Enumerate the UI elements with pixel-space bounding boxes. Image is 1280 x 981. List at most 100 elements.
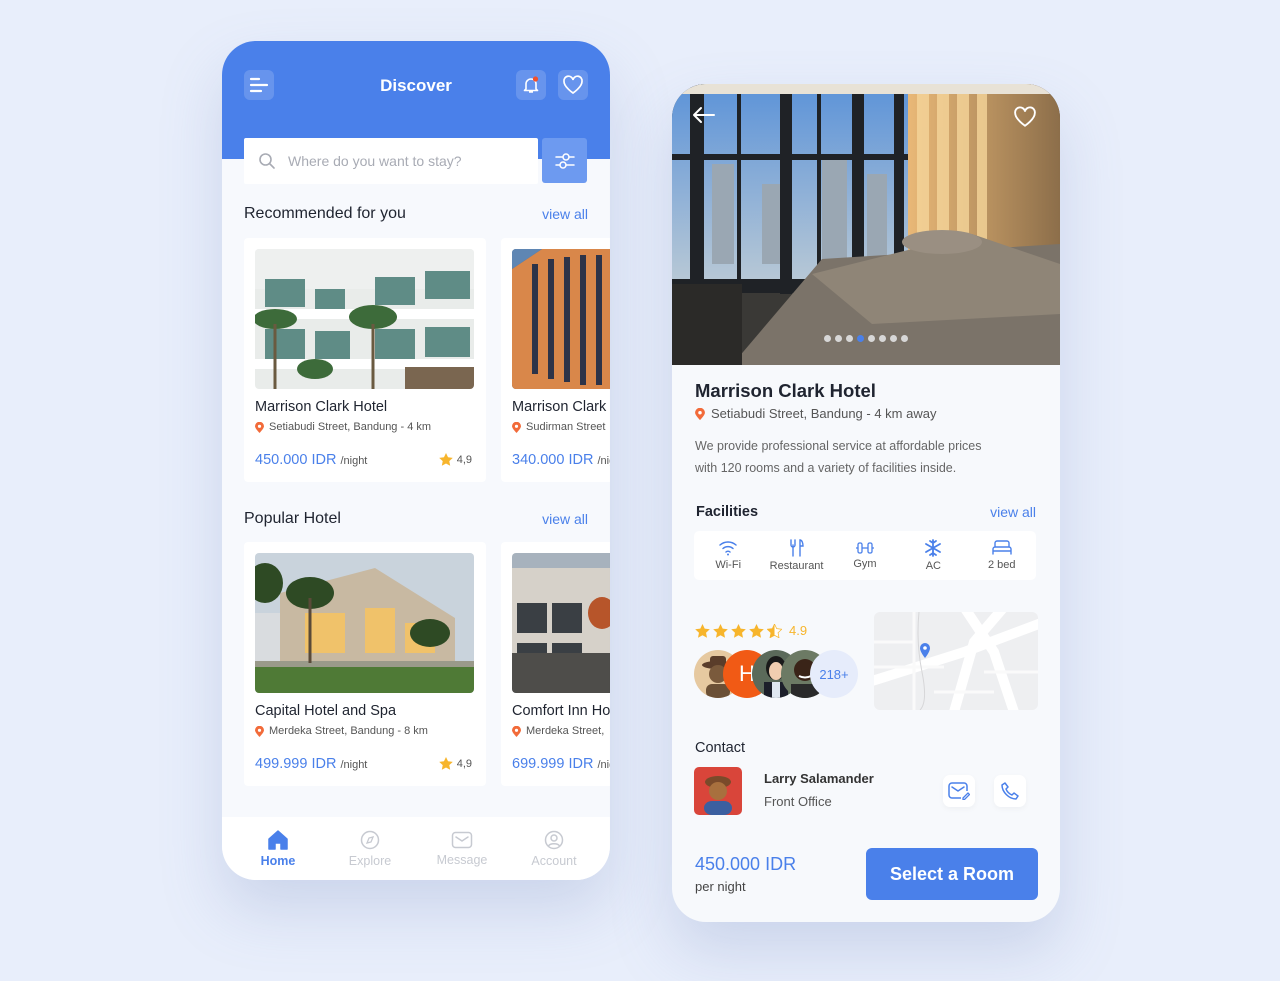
- call-contact-button[interactable]: [994, 775, 1026, 807]
- star-icon: [731, 623, 746, 638]
- facility-item[interactable]: Gym: [835, 541, 895, 570]
- hotel-name: Marrison Clark Hotel: [695, 380, 876, 401]
- page-title: Discover: [380, 76, 452, 95]
- carousel-indicator: [824, 335, 908, 342]
- footer-price-unit: per night: [695, 879, 746, 894]
- star-icon: [695, 623, 710, 638]
- facility-item[interactable]: Restaurant: [767, 539, 827, 572]
- hotel-card[interactable]: Capital Hotel and Spa Merdeka Street, Ba…: [244, 542, 486, 786]
- carousel-dot[interactable]: [868, 335, 875, 342]
- section-title: Popular Hotel: [244, 510, 341, 527]
- facility-label: 2 bed: [987, 559, 1016, 571]
- hotel-location: Merdeka Street,: [512, 725, 604, 737]
- carousel-dot[interactable]: [824, 335, 831, 342]
- facility-label: Wi-Fi: [715, 559, 742, 571]
- hotel-location-text: Merdeka Street, Bandung - 8 km: [269, 725, 428, 737]
- star-icon: [749, 623, 764, 638]
- carousel-dot[interactable]: [890, 335, 897, 342]
- carousel-dot[interactable]: [846, 335, 853, 342]
- facility-item[interactable]: AC: [903, 539, 963, 572]
- mail-icon: [451, 831, 473, 848]
- description-line: We provide professional service at affor…: [695, 439, 982, 453]
- fork-knife-icon: [789, 539, 804, 557]
- hotel-description: We provide professional service at affor…: [695, 435, 982, 479]
- hotel-card[interactable]: Marrison Clark Hotel Setiabudi Street, B…: [244, 238, 486, 482]
- rating-value: 4,9: [456, 757, 472, 770]
- nav-item-explore[interactable]: Explore: [330, 830, 410, 868]
- nav-item-message[interactable]: Message: [422, 831, 502, 867]
- carousel-dot[interactable]: [901, 335, 908, 342]
- rating-value: 4.9: [789, 623, 808, 638]
- contact-role: Front Office: [764, 794, 832, 809]
- facilities-view-all-link[interactable]: view all: [990, 504, 1036, 520]
- carousel-dot[interactable]: [857, 335, 864, 342]
- hotel-location: Setiabudi Street, Bandung - 4 km away: [695, 406, 936, 421]
- carousel-dot[interactable]: [879, 335, 886, 342]
- message-contact-button[interactable]: [943, 775, 975, 807]
- star-icon: [438, 757, 453, 770]
- favorite-button[interactable]: [1013, 106, 1037, 133]
- price-amount: 450.000 IDR: [255, 452, 337, 468]
- price-unit: /night: [340, 455, 368, 467]
- back-button[interactable]: [692, 106, 716, 129]
- location-pin-icon: [255, 725, 264, 737]
- hotel-name: Capital Hotel and Spa: [255, 703, 397, 719]
- popular-view-all-link[interactable]: view all: [542, 511, 588, 527]
- price-unit: /night: [597, 759, 610, 771]
- arrow-left-icon: [693, 107, 715, 123]
- hotel-card[interactable]: Marrison Clark Hotel Sudirman Street 340…: [501, 238, 610, 482]
- hotel-rating: 4,9: [438, 453, 472, 466]
- facility-label: Gym: [853, 558, 877, 570]
- home-icon: [268, 829, 288, 850]
- nav-label: Account: [531, 853, 577, 868]
- hotel-detail-screen: Marrison Clark Hotel Setiabudi Street, B…: [672, 84, 1060, 922]
- location-map[interactable]: [874, 612, 1038, 710]
- hotel-photo: [255, 553, 474, 693]
- search-input[interactable]: [288, 153, 518, 169]
- facility-label: AC: [925, 560, 941, 572]
- facilities-list: Wi-Fi Restaurant Gym AC 2 bed: [694, 531, 1036, 580]
- contact-name: Larry Salamander: [764, 771, 874, 786]
- facilities-section-header: Facilities view all: [696, 504, 1036, 520]
- hotel-card[interactable]: Comfort Inn Hotel Merdeka Street, 699.99…: [501, 542, 610, 786]
- facility-item[interactable]: Wi-Fi: [698, 540, 758, 571]
- bell-icon: [523, 76, 539, 93]
- snowflake-icon: [925, 539, 942, 557]
- location-pin-icon: [695, 407, 705, 420]
- hotel-photo: [512, 249, 610, 389]
- reviewer-avatars[interactable]: H 218+: [694, 650, 864, 698]
- popular-section-header: Popular Hotel view all: [244, 510, 588, 528]
- location-pin-icon: [512, 725, 521, 737]
- favorites-button[interactable]: [558, 70, 588, 100]
- hotel-name: Comfort Inn Hotel: [512, 703, 610, 719]
- hotel-location: Sudirman Street: [512, 421, 605, 433]
- location-pin-icon: [512, 421, 521, 433]
- hotel-photo: [512, 553, 610, 693]
- bottom-nav: Home Explore Message Account: [222, 817, 610, 880]
- hotel-price: 699.999 IDR /night: [512, 756, 610, 772]
- recommended-view-all-link[interactable]: view all: [542, 206, 588, 222]
- hotel-photo: [255, 249, 474, 389]
- nav-label: Explore: [348, 853, 392, 868]
- mail-edit-icon: [948, 782, 970, 800]
- star-icon: [713, 623, 728, 638]
- carousel-dot[interactable]: [835, 335, 842, 342]
- description-line: with 120 rooms and a variety of faciliti…: [695, 461, 957, 475]
- hotel-rating: 4,9: [438, 757, 472, 770]
- nav-item-home[interactable]: Home: [238, 829, 318, 868]
- filter-button[interactable]: [542, 138, 587, 183]
- nav-item-account[interactable]: Account: [514, 830, 594, 868]
- search-bar: [244, 138, 538, 184]
- recommended-section-header: Recommended for you view all: [244, 205, 588, 223]
- bed-icon: [992, 540, 1012, 555]
- section-title: Facilities: [696, 504, 759, 520]
- hotel-photo-carousel[interactable]: [672, 84, 1060, 365]
- facility-label: Restaurant: [769, 560, 824, 572]
- notifications-button[interactable]: [516, 70, 546, 100]
- price-unit: /night: [597, 455, 610, 467]
- select-room-button[interactable]: Select a Room: [866, 848, 1038, 900]
- footer-price: 450.000 IDR: [695, 854, 797, 874]
- sliders-icon: [554, 152, 575, 169]
- facility-item[interactable]: 2 bed: [972, 540, 1032, 571]
- price-unit: /night: [340, 759, 368, 771]
